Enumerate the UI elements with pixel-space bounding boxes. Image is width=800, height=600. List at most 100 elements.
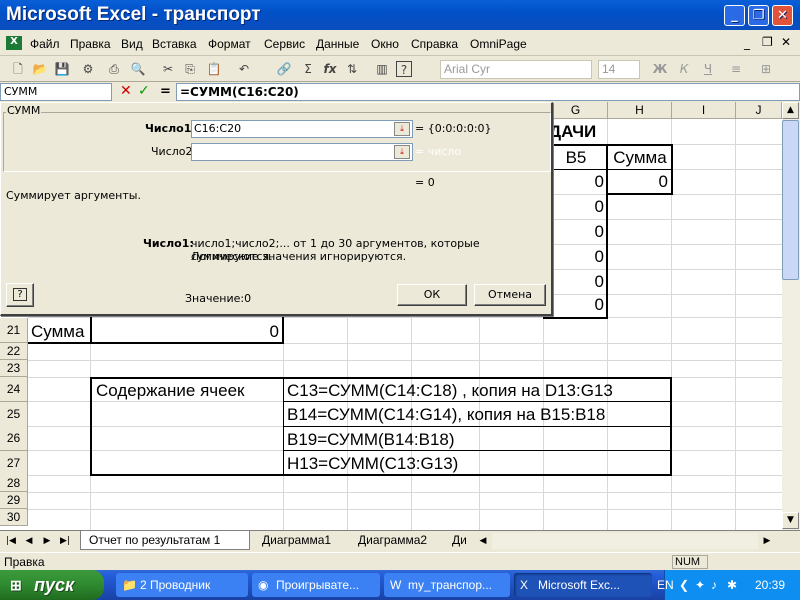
cell-g13[interactable]: 0: [544, 169, 604, 194]
cell-g12[interactable]: В5: [544, 145, 608, 170]
cell-a21[interactable]: Сумма: [31, 319, 84, 344]
hscroll-left-icon[interactable]: ◀: [476, 534, 490, 548]
tray-app-icon[interactable]: ✦: [695, 570, 705, 600]
cell-header-partial[interactable]: ДАЧИ: [549, 119, 596, 144]
column-header-g[interactable]: G: [544, 102, 608, 119]
row-header-25[interactable]: 25: [0, 402, 28, 427]
collapse-dialog-icon[interactable]: ⤓: [394, 122, 410, 136]
row-header-30[interactable]: 30: [0, 509, 28, 526]
permission-icon[interactable]: ⚙: [80, 61, 96, 77]
tab-chart2[interactable]: Диаграмма2: [350, 531, 435, 550]
task-player[interactable]: ◉ Проигрывате...: [252, 573, 380, 597]
hyperlink-icon[interactable]: 🔗: [276, 61, 292, 77]
doc-restore-button[interactable]: ❐: [762, 35, 773, 49]
font-size-select[interactable]: 14: [598, 60, 640, 79]
undo-icon[interactable]: ↶: [236, 61, 252, 77]
cell-c24[interactable]: C13=СУММ(C14:C18) , копия на D13:G13: [287, 378, 613, 403]
column-header-h[interactable]: H: [608, 102, 672, 119]
italic-button[interactable]: К: [676, 61, 692, 77]
cell-g15[interactable]: 0: [544, 219, 604, 244]
row-header-21[interactable]: 21: [0, 318, 28, 343]
prev-sheet-icon[interactable]: ◀: [22, 534, 36, 548]
menu-tools[interactable]: Сервис: [264, 37, 305, 51]
start-button[interactable]: ⊞ пуск: [0, 570, 104, 600]
doc-minimize-button[interactable]: _: [744, 36, 750, 50]
formula-input[interactable]: =СУММ(C16:C20): [176, 83, 800, 101]
menu-view[interactable]: Вид: [121, 37, 143, 51]
align-icon[interactable]: ≡: [728, 61, 744, 77]
borders-icon[interactable]: ⊞: [758, 61, 774, 77]
close-button[interactable]: ✕: [772, 5, 793, 26]
scroll-up-icon[interactable]: ▲: [782, 102, 799, 119]
menu-edit[interactable]: Правка: [70, 37, 111, 51]
menu-omnipage[interactable]: OmniPage: [470, 37, 527, 51]
ok-button[interactable]: ОК: [397, 284, 467, 306]
tray-volume-icon[interactable]: ♪: [711, 570, 717, 600]
menu-insert[interactable]: Вставка: [152, 37, 197, 51]
cell-h12[interactable]: Сумма: [608, 145, 672, 170]
cell-c25[interactable]: B14=СУММ(C14:G14), копия на B15:B18: [287, 402, 605, 427]
row-header-26[interactable]: 26: [0, 426, 28, 451]
row-header-27[interactable]: 27: [0, 451, 28, 476]
cell-c26[interactable]: B19=СУММ(B14:B18): [287, 427, 455, 452]
excel-doc-icon[interactable]: X: [6, 36, 22, 50]
task-excel[interactable]: X Microsoft Exc...: [514, 573, 652, 597]
collapse-dialog-icon[interactable]: ⤓: [394, 145, 410, 159]
sort-icon[interactable]: ⇅: [344, 61, 360, 77]
menu-help[interactable]: Справка: [411, 37, 458, 51]
tray-network-icon[interactable]: ✱: [727, 570, 737, 600]
hscroll-right-icon[interactable]: ▶: [760, 534, 774, 548]
tab-report[interactable]: Отчет по результатам 1: [80, 531, 250, 550]
scroll-thumb[interactable]: [782, 120, 799, 280]
help-button[interactable]: ?: [6, 283, 34, 307]
column-header-i[interactable]: I: [672, 102, 736, 119]
doc-close-button[interactable]: ✕: [781, 35, 791, 49]
cell-g18[interactable]: 0: [544, 292, 604, 317]
tab-chart3[interactable]: Ди: [446, 531, 472, 550]
print-icon[interactable]: ⎙: [106, 61, 122, 77]
minimize-button[interactable]: _: [724, 5, 745, 26]
menu-format[interactable]: Формат: [208, 37, 251, 51]
print-preview-icon[interactable]: 🔍: [130, 61, 146, 77]
restore-button[interactable]: ❐: [748, 5, 769, 26]
task-explorer[interactable]: 📁 2 Проводник: [116, 573, 248, 597]
last-sheet-icon[interactable]: ▶|: [58, 534, 72, 548]
cell-b24[interactable]: Содержание ячеек: [96, 378, 244, 403]
save-icon[interactable]: 💾: [54, 61, 70, 77]
underline-button[interactable]: Ч: [700, 61, 716, 77]
first-sheet-icon[interactable]: |◀: [4, 534, 18, 548]
bold-button[interactable]: Ж: [652, 61, 668, 77]
next-sheet-icon[interactable]: ▶: [40, 534, 54, 548]
open-icon[interactable]: 📂: [32, 61, 48, 77]
help-icon[interactable]: ?: [396, 61, 412, 77]
horizontal-scrollbar[interactable]: [492, 533, 758, 549]
row-header-24[interactable]: 24: [0, 377, 28, 402]
task-word[interactable]: W my_транспор...: [384, 573, 510, 597]
cell-g16[interactable]: 0: [544, 244, 604, 269]
font-name-select[interactable]: Arial Cyr: [440, 60, 592, 79]
language-indicator[interactable]: EN: [657, 570, 674, 600]
chart-icon[interactable]: ▥: [374, 61, 390, 77]
row-header-23[interactable]: 23: [0, 360, 28, 377]
tray-collapse-icon[interactable]: ❮: [679, 570, 689, 600]
arg1-input[interactable]: C16:C20: [191, 120, 413, 138]
menu-data[interactable]: Данные: [316, 37, 359, 51]
row-header-29[interactable]: 29: [0, 492, 28, 509]
enter-formula-icon[interactable]: ✓: [138, 83, 150, 99]
cell-b21[interactable]: 0: [92, 319, 279, 344]
menu-file[interactable]: Файл: [30, 37, 60, 51]
cut-icon[interactable]: ✂: [160, 61, 176, 77]
row-header-28[interactable]: 28: [0, 475, 28, 492]
name-box[interactable]: СУММ: [0, 83, 112, 101]
cancel-button[interactable]: Отмена: [474, 284, 546, 306]
paste-icon[interactable]: 📋: [206, 61, 222, 77]
scroll-down-icon[interactable]: ▼: [782, 512, 799, 529]
tab-chart1[interactable]: Диаграмма1: [254, 531, 339, 550]
equals-icon[interactable]: =: [160, 84, 171, 99]
row-header-22[interactable]: 22: [0, 343, 28, 360]
cancel-formula-icon[interactable]: ✕: [120, 83, 132, 99]
cell-g14[interactable]: 0: [544, 194, 604, 219]
menu-window[interactable]: Окно: [371, 37, 399, 51]
cell-c27[interactable]: H13=СУММ(C13:G13): [287, 451, 458, 476]
copy-icon[interactable]: ⎘: [182, 61, 198, 77]
